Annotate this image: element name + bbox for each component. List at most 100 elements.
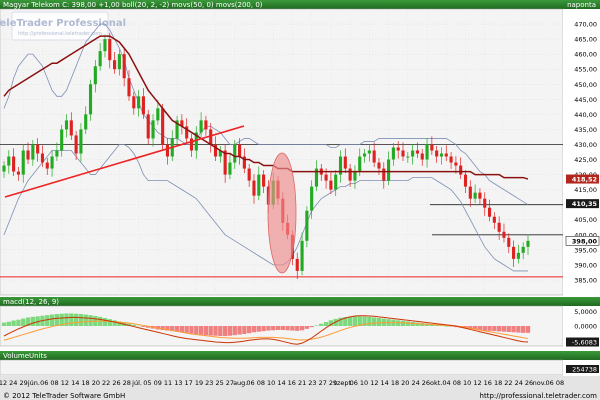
macd-title: macd(12, 26, 9)	[3, 298, 59, 306]
x-tick-label: 10	[267, 379, 275, 387]
macd-histogram-bar	[511, 326, 516, 333]
candle-body	[257, 174, 261, 196]
candle-body	[31, 144, 35, 160]
candle-body	[165, 144, 170, 157]
x-tick-label: 20	[92, 379, 100, 387]
macd-histogram-bar	[237, 326, 242, 335]
macd-histogram-bar	[372, 317, 377, 326]
candle-body	[459, 165, 463, 175]
candle-body	[401, 150, 405, 157]
x-tick-label: 17	[185, 379, 193, 387]
candle-body	[103, 39, 107, 52]
footer-copyright: © 2012 TeleTrader Software GmbH	[3, 392, 125, 400]
x-tick-label: 29	[19, 379, 27, 387]
x-tick-label: 06	[246, 379, 254, 387]
candle-body	[487, 207, 492, 217]
macd-histogram-bar	[107, 319, 112, 326]
price-tick-label: 455,00	[574, 66, 597, 74]
macd-histogram-bar	[299, 326, 305, 331]
x-tick-label: júl.	[131, 379, 142, 387]
x-tick-label: 18	[391, 379, 399, 387]
macd-tick-label: 5,0000	[574, 308, 597, 316]
candle-body	[69, 120, 73, 136]
macd-histogram-bar	[285, 326, 290, 331]
x-tick-label: 14	[381, 379, 389, 387]
candle-body	[262, 174, 266, 187]
candle-body	[93, 66, 97, 85]
x-tick-label: 24	[411, 379, 419, 387]
price-tick-label: 450,00	[574, 81, 597, 89]
macd-histogram-bar	[102, 318, 108, 326]
macd-histogram-bar	[30, 316, 36, 326]
volume-title: VolumeUnits	[3, 352, 47, 360]
candle-body	[36, 144, 40, 154]
macd-tick-label: 0,0000	[574, 323, 597, 331]
price-tick-label: 465,00	[574, 36, 597, 44]
x-tick-label: 08	[257, 379, 265, 387]
candle-body	[463, 174, 468, 187]
candle-body	[84, 114, 88, 130]
x-tick-label: 22	[504, 379, 512, 387]
candle-body	[449, 156, 453, 163]
candle-body	[156, 108, 160, 121]
candle-body	[79, 129, 83, 154]
volume-title-bar	[0, 351, 600, 360]
macd-histogram-bar	[222, 326, 228, 336]
candle-body	[435, 150, 439, 157]
macd-histogram-bar	[73, 313, 79, 326]
macd-histogram-bar	[261, 326, 266, 332]
x-tick-label: 12	[473, 379, 481, 387]
price-tick-label: 435,00	[574, 126, 597, 134]
candle-body	[387, 159, 391, 181]
candle-body	[12, 156, 16, 172]
macd-histogram-bar	[16, 319, 21, 326]
candle-body	[252, 180, 256, 196]
x-tick-label: 04	[442, 379, 450, 387]
x-axis-labels: 12 24 29 jún. 06 08 12 14 18 20 22 26 28 júl. 05 09 11 13…	[0, 379, 564, 387]
candle-body	[122, 54, 126, 79]
candle-body	[483, 198, 487, 208]
candle-body	[132, 96, 136, 109]
candle-body	[362, 153, 367, 157]
macd-histogram-bar	[501, 326, 507, 332]
price-tick-label: 460,00	[574, 51, 597, 59]
volume-badge-label: 254738	[572, 366, 597, 374]
macd-histogram-bar	[88, 315, 93, 326]
macd-histogram-bar	[208, 326, 213, 336]
x-tick-label: 11	[164, 379, 172, 387]
macd-histogram-bar	[247, 326, 252, 334]
candle-body	[411, 150, 415, 157]
candle-body	[16, 171, 20, 175]
price-tick-label: 415,00	[574, 186, 597, 194]
macd-histogram-bar	[506, 326, 511, 332]
macd-histogram-bar	[444, 326, 449, 327]
candle-body	[507, 237, 511, 247]
candle-body	[151, 120, 155, 139]
candle-body	[108, 39, 112, 61]
x-tick-label: 14	[71, 379, 79, 387]
candle-body	[127, 78, 131, 97]
macd-histogram-bar	[213, 326, 218, 336]
macd-histogram-bar	[516, 326, 521, 333]
candle-body	[228, 162, 232, 175]
macd-histogram-bar	[367, 316, 372, 326]
x-tick-label: 06	[40, 379, 48, 387]
x-tick-label: 27	[319, 379, 327, 387]
candle-body	[358, 156, 362, 172]
x-tick-label: okt.	[430, 379, 442, 387]
candle-body	[45, 162, 49, 169]
x-tick-label: 06	[546, 379, 554, 387]
x-tick-label: 18	[494, 379, 502, 387]
candle-body	[348, 168, 352, 181]
x-tick-label: 08	[556, 379, 564, 387]
candle-body	[137, 96, 141, 109]
candle-body	[161, 108, 165, 145]
candle-body	[439, 153, 444, 157]
candle-body	[444, 153, 448, 157]
candle-body	[50, 156, 54, 169]
candle-body	[98, 51, 102, 67]
x-tick-label: 12	[0, 379, 7, 387]
candle-body	[189, 138, 194, 151]
candle-body	[7, 156, 11, 166]
candle-body	[204, 120, 208, 130]
